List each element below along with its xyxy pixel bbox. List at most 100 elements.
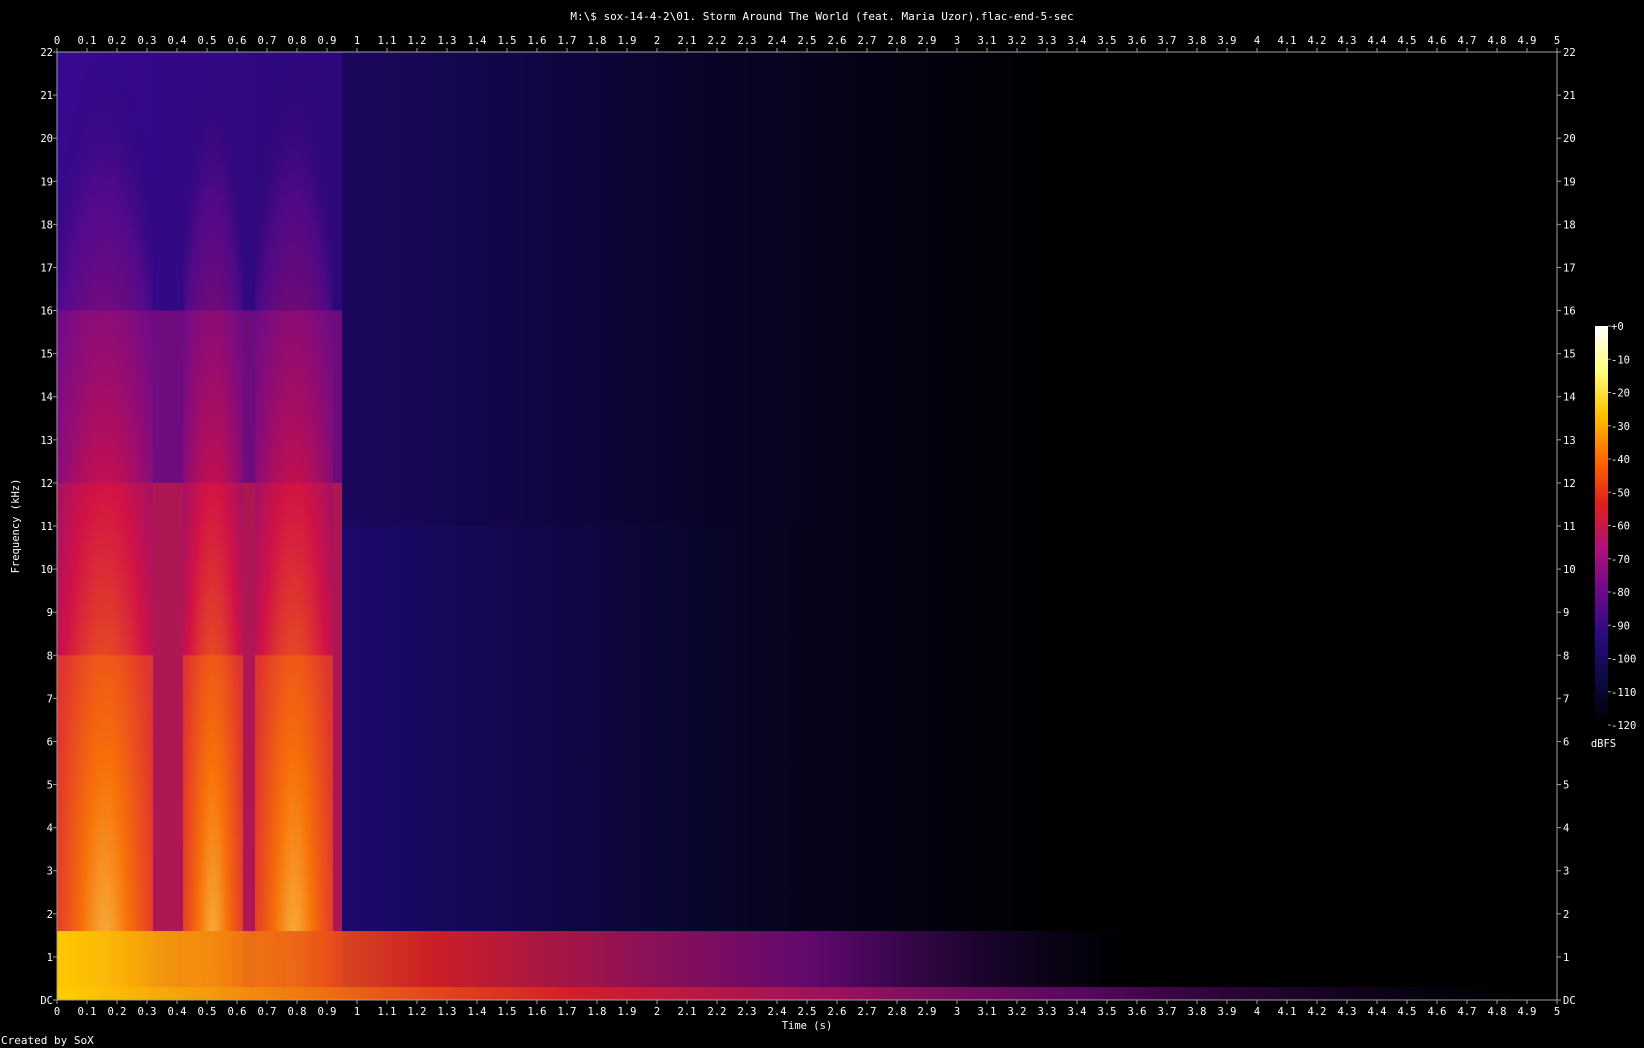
x-tick-label: 5 — [1554, 1006, 1560, 1018]
colorbar-tick-label: -110 — [1611, 687, 1636, 699]
y-tick-label: 11 — [1563, 521, 1576, 533]
x-tick-label: 1.2 — [408, 1006, 427, 1018]
x-tick-label: 2.8 — [888, 35, 907, 47]
x-tick-label: 5 — [1554, 35, 1560, 47]
dc-band — [57, 987, 1527, 1000]
y-tick-label: 14 — [1563, 392, 1576, 404]
x-tick-label: 4.4 — [1368, 1006, 1387, 1018]
x-tick-label: 4.4 — [1368, 35, 1387, 47]
y-tick-label: 14 — [40, 392, 53, 404]
y-tick-label: 19 — [40, 176, 53, 188]
x-axis-top: 0 0.1 0.2 0.3 0.4 0.5 0.6 0.7 0.8 0.9 1 1.1 1.2 1.3 1.… — [54, 35, 1560, 52]
y-tick-label: 19 — [1563, 176, 1576, 188]
x-tick-label: 2 — [654, 35, 660, 47]
x-tick-label: 4.9 — [1518, 35, 1537, 47]
x-tick-label: 3.9 — [1218, 1006, 1237, 1018]
x-tick-label: 1.7 — [558, 1006, 577, 1018]
x-tick-label: 0.3 — [138, 1006, 157, 1018]
spectrogram-chart: 0 0.1 0.2 0.3 0.4 0.5 0.6 0.7 0.8 0.9 1 1.1 1.2 1.3 1.… — [10, 35, 1636, 1032]
x-tick-label: 1.7 — [558, 35, 577, 47]
x-tick-label: 1 — [354, 35, 360, 47]
x-tick-label: 3.8 — [1188, 1006, 1207, 1018]
y-tick-label: 3 — [1563, 866, 1569, 878]
x-tick-label: 4.5 — [1398, 35, 1417, 47]
x-tick-label: 3.8 — [1188, 35, 1207, 47]
x-tick-label: 0.8 — [288, 1006, 307, 1018]
x-tick-label: 1.8 — [588, 35, 607, 47]
y-tick-label: 21 — [40, 90, 53, 102]
colorbar-tick-label: -100 — [1611, 654, 1636, 666]
x-tick-label: 0.7 — [258, 35, 277, 47]
y-tick-label: 18 — [1563, 219, 1576, 231]
x-tick-label: 1 — [354, 1006, 360, 1018]
y-tick-label: 3 — [47, 866, 53, 878]
x-tick-label: 0.8 — [288, 35, 307, 47]
y-tick-label: 8 — [47, 650, 53, 662]
x-axis-bottom: 0 0.1 0.2 0.3 0.4 0.5 0.6 0.7 0.8 0.9 1 1.1 1.2 1.3 1.… — [54, 1000, 1560, 1018]
x-tick-label: 3.3 — [1038, 1006, 1057, 1018]
y-tick-label: 21 — [1563, 90, 1576, 102]
x-tick-label: 0.1 — [78, 35, 97, 47]
y-axis-right: DC12345678910111213141516171819202122 — [1557, 47, 1576, 1007]
y-tick-label: 13 — [40, 435, 53, 447]
colorbar-tick-label: -50 — [1611, 487, 1630, 499]
x-tick-label: 0.6 — [228, 35, 247, 47]
y-axis-left: DC12345678910111213141516171819202122 — [40, 47, 57, 1007]
x-tick-label: 4.1 — [1278, 1006, 1297, 1018]
x-tick-label: 3.9 — [1218, 35, 1237, 47]
y-tick-label: 10 — [40, 564, 53, 576]
x-tick-label: 3.3 — [1038, 35, 1057, 47]
y-tick-label: 6 — [47, 736, 53, 748]
x-tick-label: 3.6 — [1128, 35, 1147, 47]
x-tick-label: 3.1 — [978, 1006, 997, 1018]
x-tick-label: 2.3 — [738, 1006, 757, 1018]
x-tick-label: 0.7 — [258, 1006, 277, 1018]
x-tick-label: 3 — [954, 35, 960, 47]
colorbar-tick-label: -90 — [1611, 620, 1630, 632]
colorbar-label: dBFS — [1591, 738, 1616, 750]
x-tick-label: 2.1 — [678, 1006, 697, 1018]
x-tick-label: 2.4 — [768, 1006, 787, 1018]
x-tick-label: 4.8 — [1488, 1006, 1507, 1018]
x-tick-label: 0.5 — [198, 35, 217, 47]
y-tick-label: 1 — [47, 952, 53, 964]
x-tick-label: 3.4 — [1068, 35, 1087, 47]
x-tick-label: 4.7 — [1458, 1006, 1477, 1018]
y-tick-label: 12 — [40, 478, 53, 490]
x-tick-label: 1.5 — [498, 35, 517, 47]
y-tick-label: 9 — [47, 607, 53, 619]
x-tick-label: 2.6 — [828, 1006, 847, 1018]
x-tick-label: 1.4 — [468, 1006, 487, 1018]
x-tick-label: 2 — [654, 1006, 660, 1018]
y-tick-label: 16 — [1563, 306, 1576, 318]
x-tick-label: 1.9 — [618, 1006, 637, 1018]
y-tick-label: 20 — [40, 133, 53, 145]
y-tick-label: 22 — [40, 47, 53, 59]
y-tick-label: 20 — [1563, 133, 1576, 145]
x-tick-label: 1.2 — [408, 35, 427, 47]
x-tick-label: 3.5 — [1098, 1006, 1117, 1018]
colorbar — [1595, 326, 1608, 725]
x-tick-label: 0.1 — [78, 1006, 97, 1018]
x-tick-label: 2.7 — [858, 35, 877, 47]
y-tick-label: 5 — [47, 780, 53, 792]
x-tick-label: 3.6 — [1128, 1006, 1147, 1018]
y-axis-label: Frequency (kHz) — [10, 479, 22, 574]
x-tick-label: 2.5 — [798, 1006, 817, 1018]
colorbar-tick-label: -20 — [1611, 388, 1630, 400]
x-tick-label: 4.6 — [1428, 1006, 1447, 1018]
x-tick-label: 4 — [1254, 35, 1260, 47]
x-axis-label: Time (s) — [782, 1020, 833, 1032]
colorbar-tick-label: -70 — [1611, 554, 1630, 566]
x-tick-label: 4.2 — [1308, 35, 1327, 47]
y-tick-label: 2 — [47, 909, 53, 921]
y-tick-label: 16 — [40, 306, 53, 318]
x-tick-label: 2.9 — [918, 35, 937, 47]
y-tick-label: 7 — [1563, 693, 1569, 705]
y-tick-label: 4 — [47, 823, 53, 835]
y-tick-label: DC — [40, 995, 53, 1007]
x-tick-label: 2.4 — [768, 35, 787, 47]
x-tick-label: 0.2 — [108, 35, 127, 47]
x-tick-label: 2.8 — [888, 1006, 907, 1018]
x-tick-label: 4.8 — [1488, 35, 1507, 47]
